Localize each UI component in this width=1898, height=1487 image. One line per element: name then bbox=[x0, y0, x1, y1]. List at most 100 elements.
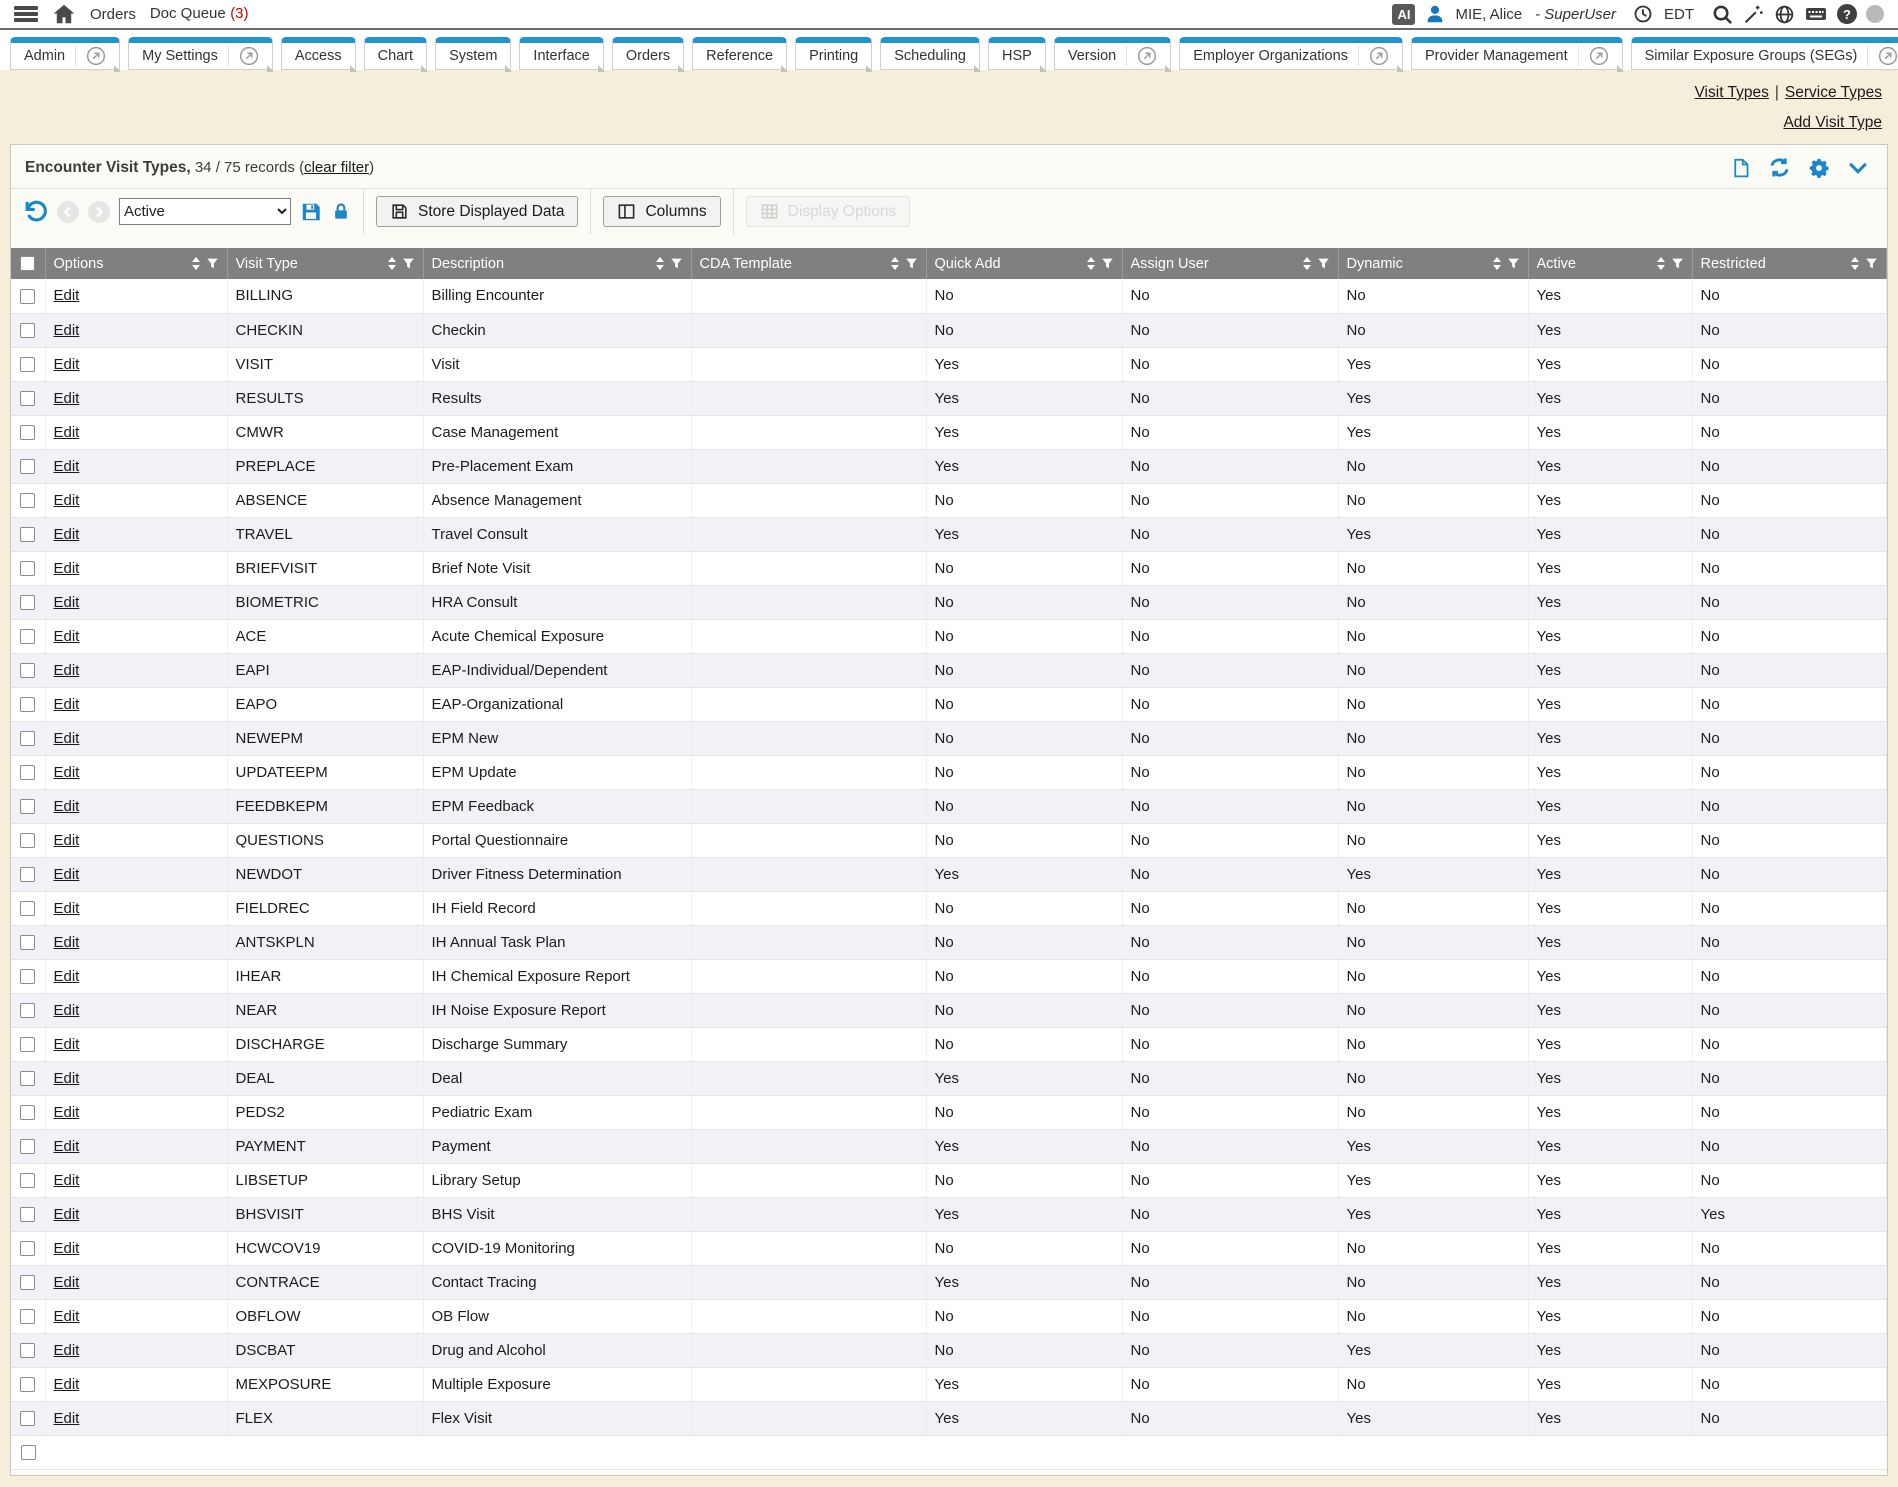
row-checkbox[interactable] bbox=[20, 1173, 35, 1188]
row-checkbox[interactable] bbox=[20, 1105, 35, 1120]
column-header-description[interactable]: Description bbox=[423, 248, 691, 279]
select-all-checkbox[interactable] bbox=[20, 256, 35, 271]
tab-interface[interactable]: Interface bbox=[519, 37, 603, 70]
globe-icon[interactable] bbox=[1774, 4, 1795, 25]
tab-access[interactable]: Access bbox=[281, 37, 356, 70]
columns-button[interactable]: Columns bbox=[603, 196, 720, 227]
filter-icon[interactable] bbox=[670, 257, 683, 270]
column-header-cda-template[interactable]: CDA Template bbox=[691, 248, 926, 279]
filter-icon[interactable] bbox=[1507, 257, 1520, 270]
row-checkbox[interactable] bbox=[20, 1377, 35, 1392]
edit-link[interactable]: Edit bbox=[54, 1376, 80, 1393]
column-header-dynamic[interactable]: Dynamic bbox=[1338, 248, 1528, 279]
tab-version[interactable]: Version bbox=[1054, 37, 1171, 70]
wand-icon[interactable] bbox=[1743, 3, 1765, 25]
edit-link[interactable]: Edit bbox=[54, 968, 80, 985]
row-checkbox[interactable] bbox=[20, 1275, 35, 1290]
edit-link[interactable]: Edit bbox=[54, 1410, 80, 1427]
edit-link[interactable]: Edit bbox=[54, 1070, 80, 1087]
row-checkbox[interactable] bbox=[20, 1343, 35, 1358]
row-checkbox[interactable] bbox=[20, 969, 35, 984]
column-header-quick-add[interactable]: Quick Add bbox=[926, 248, 1122, 279]
edit-link[interactable]: Edit bbox=[54, 526, 80, 543]
sort-icon[interactable] bbox=[1851, 257, 1859, 270]
column-header-active[interactable]: Active bbox=[1528, 248, 1692, 279]
filter-icon[interactable] bbox=[1865, 257, 1878, 270]
row-checkbox[interactable] bbox=[20, 731, 35, 746]
column-header-restricted[interactable]: Restricted bbox=[1692, 248, 1887, 279]
store-displayed-data-button[interactable]: Store Displayed Data bbox=[376, 196, 578, 227]
edit-link[interactable]: Edit bbox=[54, 730, 80, 747]
tab-system[interactable]: System bbox=[435, 37, 511, 70]
row-checkbox[interactable] bbox=[20, 425, 35, 440]
tab-orders[interactable]: Orders bbox=[612, 37, 684, 70]
footer-checkbox[interactable] bbox=[21, 1445, 36, 1460]
row-checkbox[interactable] bbox=[20, 289, 35, 304]
nav-forward-icon[interactable] bbox=[88, 201, 110, 223]
tab-similar-exposure-groups-segs[interactable]: Similar Exposure Groups (SEGs) bbox=[1631, 37, 1898, 70]
column-header-assign-user[interactable]: Assign User bbox=[1122, 248, 1338, 279]
search-icon[interactable] bbox=[1711, 3, 1734, 26]
edit-link[interactable]: Edit bbox=[54, 492, 80, 509]
row-checkbox[interactable] bbox=[20, 459, 35, 474]
tab-admin[interactable]: Admin bbox=[10, 37, 120, 70]
row-checkbox[interactable] bbox=[20, 697, 35, 712]
sort-icon[interactable] bbox=[891, 257, 899, 270]
edit-link[interactable]: Edit bbox=[54, 1036, 80, 1053]
sort-icon[interactable] bbox=[388, 257, 396, 270]
row-checkbox[interactable] bbox=[20, 1411, 35, 1426]
row-checkbox[interactable] bbox=[20, 493, 35, 508]
row-checkbox[interactable] bbox=[20, 1139, 35, 1154]
edit-link[interactable]: Edit bbox=[54, 458, 80, 475]
row-checkbox[interactable] bbox=[20, 901, 35, 916]
sort-icon[interactable] bbox=[1493, 257, 1501, 270]
sort-icon[interactable] bbox=[192, 257, 200, 270]
edit-link[interactable]: Edit bbox=[54, 764, 80, 781]
row-checkbox[interactable] bbox=[20, 935, 35, 950]
lock-icon[interactable] bbox=[331, 201, 351, 223]
undo-icon[interactable] bbox=[23, 199, 48, 224]
filter-icon[interactable] bbox=[1671, 257, 1684, 270]
refresh-icon[interactable] bbox=[1768, 156, 1791, 179]
add-visit-type-link[interactable]: Add Visit Type bbox=[1783, 114, 1882, 131]
edit-link[interactable]: Edit bbox=[54, 662, 80, 679]
filter-icon[interactable] bbox=[206, 257, 219, 270]
row-checkbox[interactable] bbox=[20, 323, 35, 338]
sort-icon[interactable] bbox=[1087, 257, 1095, 270]
edit-link[interactable]: Edit bbox=[54, 628, 80, 645]
nav-orders[interactable]: Orders bbox=[90, 6, 136, 23]
clock-icon[interactable] bbox=[1633, 4, 1653, 24]
edit-link[interactable]: Edit bbox=[54, 424, 80, 441]
edit-link[interactable]: Edit bbox=[54, 866, 80, 883]
tab-provider-management[interactable]: Provider Management bbox=[1411, 37, 1623, 70]
column-header-visit-type[interactable]: Visit Type bbox=[227, 248, 423, 279]
hamburger-menu-icon[interactable] bbox=[14, 6, 38, 22]
nav-doc-queue[interactable]: Doc Queue bbox=[150, 5, 226, 22]
edit-link[interactable]: Edit bbox=[54, 1104, 80, 1121]
row-checkbox[interactable] bbox=[20, 765, 35, 780]
gear-icon[interactable] bbox=[1808, 157, 1830, 179]
ai-badge[interactable]: AI bbox=[1392, 4, 1415, 25]
edit-link[interactable]: Edit bbox=[54, 356, 80, 373]
nav-back-icon[interactable] bbox=[57, 201, 79, 223]
row-checkbox[interactable] bbox=[20, 527, 35, 542]
edit-link[interactable]: Edit bbox=[54, 594, 80, 611]
row-checkbox[interactable] bbox=[20, 1003, 35, 1018]
tab-scheduling[interactable]: Scheduling bbox=[880, 37, 980, 70]
service-types-link[interactable]: Service Types bbox=[1785, 84, 1882, 101]
edit-link[interactable]: Edit bbox=[54, 1308, 80, 1325]
edit-link[interactable]: Edit bbox=[54, 696, 80, 713]
edit-link[interactable]: Edit bbox=[54, 287, 80, 304]
row-checkbox[interactable] bbox=[20, 357, 35, 372]
tab-hsp[interactable]: HSP bbox=[988, 37, 1046, 70]
tab-my-settings[interactable]: My Settings bbox=[128, 37, 273, 70]
edit-link[interactable]: Edit bbox=[54, 1206, 80, 1223]
edit-link[interactable]: Edit bbox=[54, 900, 80, 917]
edit-link[interactable]: Edit bbox=[54, 798, 80, 815]
user-icon[interactable] bbox=[1424, 3, 1446, 25]
filter-select[interactable]: Active bbox=[119, 198, 291, 225]
edit-link[interactable]: Edit bbox=[54, 560, 80, 577]
tab-printing[interactable]: Printing bbox=[795, 37, 872, 70]
edit-link[interactable]: Edit bbox=[54, 1002, 80, 1019]
row-checkbox[interactable] bbox=[20, 561, 35, 576]
